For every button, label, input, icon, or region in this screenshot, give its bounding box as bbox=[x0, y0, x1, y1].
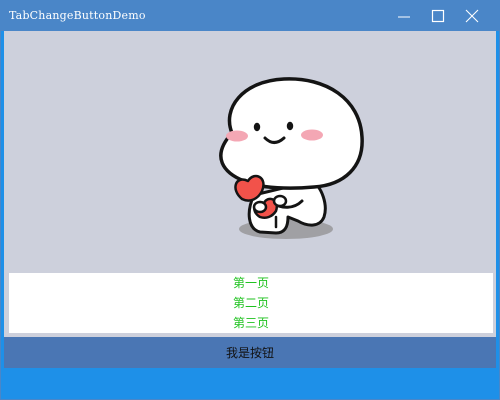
tab-list: 第一页 第二页 第三页 bbox=[9, 273, 493, 333]
footer-bar bbox=[1, 368, 499, 399]
close-icon bbox=[465, 9, 479, 23]
tab-page-3[interactable]: 第三页 bbox=[9, 313, 493, 333]
title-bar[interactable]: TabChangeButtonDemo bbox=[1, 1, 499, 31]
maximize-icon bbox=[431, 9, 445, 23]
tab-page-1[interactable]: 第一页 bbox=[9, 273, 493, 293]
action-button[interactable]: 我是按钮 bbox=[4, 337, 496, 368]
sticker-image bbox=[219, 77, 364, 239]
tab-page-2[interactable]: 第二页 bbox=[9, 293, 493, 313]
maximize-button[interactable] bbox=[421, 1, 455, 31]
minimize-icon bbox=[398, 16, 410, 18]
close-button[interactable] bbox=[455, 1, 489, 31]
minimize-button[interactable] bbox=[387, 1, 421, 31]
content-area bbox=[4, 31, 496, 269]
app-window: TabChangeButtonDemo 第一页 第二页 第三页 我是按钮 bbox=[0, 0, 500, 400]
window-title: TabChangeButtonDemo bbox=[9, 9, 146, 22]
